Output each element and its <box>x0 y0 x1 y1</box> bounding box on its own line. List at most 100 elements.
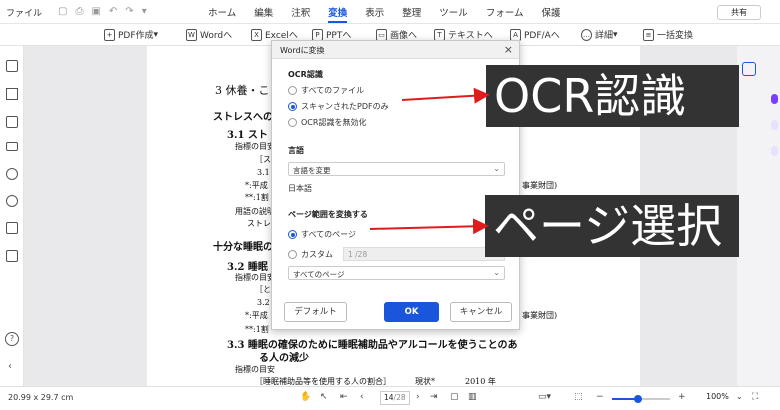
comment-icon[interactable] <box>6 116 18 128</box>
status-bar: 20.99 x 29.7 cm ✋ ↖ ⇤ ‹ 14/28 › ⇥ ▢ ▥ ▭▾… <box>0 386 780 410</box>
ai-assistant-icon[interactable] <box>742 62 756 76</box>
tab-annotate[interactable]: 注釈 <box>291 5 310 23</box>
next-page-icon[interactable]: › <box>416 392 420 402</box>
close-icon[interactable]: × <box>504 43 513 56</box>
dialog-title: Wordに変換 <box>280 46 325 55</box>
page-text: *:平成 <box>245 311 268 320</box>
fullscreen-icon[interactable]: ⛶ <box>752 392 758 402</box>
bookmark-icon[interactable] <box>6 88 18 100</box>
page-fit-icon[interactable]: ▢ <box>450 392 459 402</box>
dropdown-icon[interactable]: ▾ <box>142 6 147 17</box>
radio-icon <box>288 250 297 259</box>
tab-tools[interactable]: ツール <box>439 5 468 23</box>
ocr-section-label: OCR認識 <box>288 70 323 79</box>
ocr-callout: OCR認識 <box>486 65 739 127</box>
range-option-all[interactable]: すべてのページ <box>288 229 356 240</box>
ai-edge-icon[interactable] <box>771 94 778 104</box>
collapse-icon[interactable]: ‹ <box>8 361 12 372</box>
page-text: 指標の目安 <box>235 365 275 374</box>
menu-tabs: ホーム 編集 注釈 変換 表示 整理 ツール フォーム 保護 <box>208 5 579 23</box>
menu-file[interactable]: ファイル <box>6 6 42 19</box>
layers-icon[interactable] <box>6 142 18 151</box>
to-word-button[interactable]: W Wordへ <box>186 28 232 41</box>
more-button[interactable]: … 詳細 ▾ <box>581 28 618 41</box>
ppt-icon: P <box>312 28 323 41</box>
hand-tool-icon[interactable]: ✋ <box>300 392 311 402</box>
pdf-create-button[interactable]: + PDF作成 ▾ <box>104 28 158 41</box>
page-text: *:平成 <box>245 181 268 190</box>
radio-selected-icon <box>288 230 297 239</box>
tab-home[interactable]: ホーム <box>208 5 236 23</box>
ocr-option-disable[interactable]: OCR認識を無効化 <box>288 117 366 128</box>
search-icon[interactable] <box>6 195 18 207</box>
cancel-button[interactable]: キャンセル <box>450 302 512 322</box>
new-icon[interactable]: ▢ <box>58 6 67 17</box>
last-page-icon[interactable]: ⇥ <box>430 392 438 402</box>
page-text: ストレスへの <box>213 112 273 123</box>
ocr-option-all[interactable]: すべてのファイル <box>288 85 364 96</box>
ocr-option-scanned[interactable]: スキャンされたPDFのみ <box>288 101 389 112</box>
page-text: 十分な睡眠の <box>213 242 273 253</box>
view-mode-icon[interactable]: ▭▾ <box>538 392 551 402</box>
page-number-input[interactable]: 14/28 <box>380 391 410 405</box>
fit-width-icon[interactable]: ⬚ <box>574 392 583 402</box>
zoom-slider-handle[interactable] <box>634 395 643 403</box>
chevron-down-icon: ⌄ <box>493 164 500 173</box>
default-button[interactable]: デフォルト <box>284 302 347 322</box>
tab-form[interactable]: フォーム <box>486 5 524 23</box>
tab-organize[interactable]: 整理 <box>402 5 421 23</box>
tab-view[interactable]: 表示 <box>365 5 384 23</box>
tab-convert[interactable]: 変換 <box>328 5 348 23</box>
page-text: 指標の目安 <box>235 142 275 151</box>
panel-edge-icon[interactable] <box>771 120 778 130</box>
page-thumbnail-icon[interactable] <box>6 60 18 72</box>
share-button[interactable]: 共有 <box>717 5 761 20</box>
zoom-out-icon[interactable]: − <box>596 392 604 402</box>
prev-page-icon[interactable]: ‹ <box>360 392 364 402</box>
panel-edge-icon[interactable] <box>771 146 778 156</box>
page-text: 3.2 <box>257 298 270 307</box>
print-icon[interactable]: ⎙ <box>75 6 83 17</box>
word-icon: W <box>186 28 197 41</box>
undo-icon[interactable]: ↶ <box>109 6 117 17</box>
zoom-level[interactable]: 100% <box>706 392 729 401</box>
tab-edit[interactable]: 編集 <box>254 5 273 23</box>
help-icon[interactable]: ? <box>5 332 19 346</box>
language-value: 日本語 <box>288 184 312 193</box>
page-text: ［ス <box>255 155 271 164</box>
ok-button[interactable]: OK <box>384 302 439 322</box>
zoom-slider[interactable] <box>612 395 670 403</box>
batch-convert-button[interactable]: ≡ 一括変換 <box>643 28 693 41</box>
page-text: 3.2 睡眠 <box>227 262 268 273</box>
range-select[interactable]: すべてのページ ⌄ <box>288 266 505 280</box>
signature-icon[interactable] <box>6 250 18 262</box>
language-section-label: 言語 <box>288 146 304 155</box>
pdfa-icon: A <box>510 28 521 41</box>
attachment-icon[interactable] <box>6 168 18 180</box>
plus-icon: + <box>104 28 115 41</box>
first-page-icon[interactable]: ⇤ <box>340 392 348 402</box>
two-page-icon[interactable]: ▥ <box>468 392 477 402</box>
image-icon: ▭ <box>376 28 387 41</box>
language-select[interactable]: 言語を変更 ⌄ <box>288 162 505 176</box>
save-icon[interactable]: ▣ <box>91 6 100 17</box>
page-text: **:1割 <box>245 193 269 202</box>
page-select-callout: ページ選択 <box>485 195 739 257</box>
select-tool-icon[interactable]: ↖ <box>320 392 328 402</box>
dialog-titlebar[interactable]: Wordに変換 × <box>272 41 519 59</box>
chevron-down-icon: ⌄ <box>493 268 500 277</box>
redo-icon[interactable]: ↷ <box>125 6 133 17</box>
more-icon: … <box>581 28 592 41</box>
range-option-custom[interactable]: カスタム <box>288 249 333 260</box>
zoom-in-icon[interactable]: + <box>678 392 686 402</box>
custom-range-input[interactable]: 1 /28 <box>343 247 505 261</box>
page-text: る人の減少 <box>259 353 309 364</box>
page-text: 3.1 <box>257 168 270 177</box>
batch-icon: ≡ <box>643 28 654 41</box>
stack-icon[interactable] <box>6 222 18 234</box>
left-sidebar: ? ‹ <box>0 46 24 386</box>
radio-selected-icon <box>288 102 297 111</box>
tab-protect[interactable]: 保護 <box>542 5 561 23</box>
radio-icon <box>288 86 297 95</box>
chevron-down-icon[interactable]: ⌄ <box>736 392 743 401</box>
